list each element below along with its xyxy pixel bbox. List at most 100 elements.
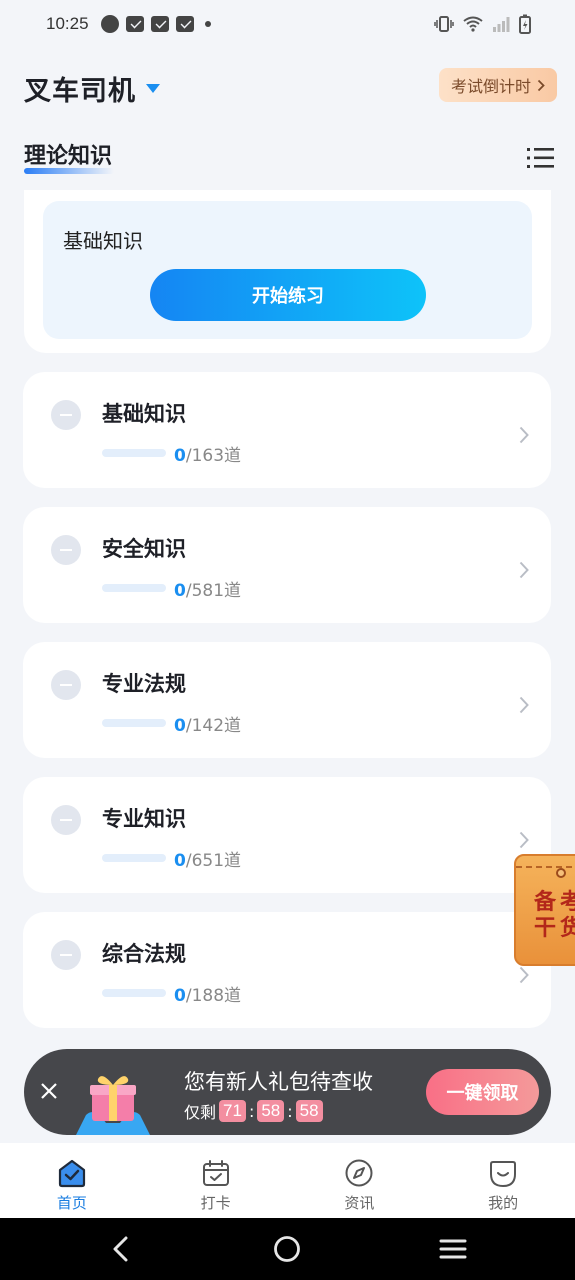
home-circle-icon[interactable] [273,1235,301,1263]
nav-label: 打卡 [200,1194,231,1212]
start-practice-button[interactable]: 开始练习 [150,269,426,321]
countdown-label: 考试倒计时 [450,77,531,96]
subject-card[interactable]: 综合法规 0/188道 [23,912,551,1028]
compass-icon [345,1159,373,1187]
progress-count: 0/142道 [174,711,241,736]
progress-bar [102,449,166,457]
collapse-icon[interactable] [51,805,81,835]
subject-card[interactable]: 安全知识 0/581道 [23,507,551,623]
progress-done: 0 [174,446,186,466]
exam-type-title[interactable]: 叉车司机 [24,69,136,108]
signal-icon [493,17,510,32]
chevron-right-icon [519,966,529,984]
header: 叉车司机 考试倒计时 [24,66,557,110]
subject-name: 综合法规 [102,942,186,966]
nav-item-news[interactable]: 资讯 [288,1143,432,1218]
progress-done: 0 [174,716,186,736]
time-separator: : [248,1101,255,1121]
study-materials-badge[interactable]: 备考 干货 [514,854,575,966]
home-icon [58,1159,85,1188]
progress-count: 0/163道 [174,441,241,466]
subject-name: 专业法规 [102,672,186,696]
more-notifications-icon [204,21,211,27]
progress-done: 0 [174,986,186,1006]
current-practice-card: 基础知识 开始练习 [24,190,551,353]
progress-count: 0/188道 [174,981,241,1006]
promo-countdown: 仅剩 71 : 58 : 58 [184,1099,323,1123]
badge-text-line1: 备考 [534,890,575,915]
system-status-icons [434,14,531,34]
notification-icons [100,15,211,33]
progress-bar [102,584,166,592]
chevron-right-icon [537,79,545,91]
chevron-right-icon [519,831,529,849]
progress-total: /581道 [185,581,242,601]
recent-apps-icon[interactable] [439,1235,467,1263]
time-separator: : [287,1101,293,1121]
claim-gift-button[interactable]: 一键领取 [426,1069,539,1115]
promo-title: 您有新人礼包待查收 [184,1070,373,1094]
profile-icon [490,1161,517,1188]
progress-bar [102,854,166,862]
countdown-prefix: 仅剩 [184,1103,217,1122]
progress-total: /651道 [185,851,242,871]
progress-total: /142道 [185,716,242,736]
envelope-flap [516,866,575,868]
subject-name: 基础知识 [102,402,186,426]
nav-item-checkin[interactable]: 打卡 [144,1143,288,1218]
collapse-icon[interactable] [51,670,81,700]
countdown-seconds: 58 [295,1100,323,1122]
mail-icon [125,16,144,32]
mail-icon [175,16,194,32]
countdown-hours: 71 [219,1100,246,1122]
countdown-minutes: 58 [257,1100,285,1122]
progress-done: 0 [174,581,186,601]
vibrate-icon [434,16,454,32]
nav-item-profile[interactable]: 我的 [431,1143,575,1218]
progress-bar [102,989,166,997]
collapse-icon[interactable] [51,400,81,430]
tab-theory-knowledge[interactable]: 理论知识 [24,144,112,169]
nav-item-home[interactable]: 首页 [0,1143,144,1218]
system-nav-bar [0,1218,575,1280]
progress-count: 0/651道 [174,846,241,871]
chevron-right-icon [519,696,529,714]
exam-countdown-button[interactable]: 考试倒计时 [438,68,557,102]
current-subject-title: 基础知识 [63,229,143,253]
collapse-icon[interactable] [51,535,81,565]
close-icon[interactable] [38,1080,60,1102]
chevron-right-icon [519,426,529,444]
new-user-gift-banner[interactable]: 您有新人礼包待查收 仅剩 71 : 58 : 58 一键领取 [24,1049,551,1135]
progress-total: /163道 [185,446,242,466]
gift-icon [76,1076,150,1135]
bottom-nav: 首页 打卡 资讯 我的 [0,1143,575,1218]
chevron-right-icon [519,561,529,579]
battery-charging-icon [519,14,531,34]
subject-name: 专业知识 [102,807,186,831]
subject-card[interactable]: 基础知识 0/163道 [23,372,551,488]
list-menu-icon[interactable] [527,146,555,170]
dropdown-arrow-icon[interactable] [146,83,160,93]
mail-icon [150,16,169,32]
status-bar: 10:25 [0,0,575,48]
calendar-check-icon [202,1160,229,1186]
wifi-icon [463,16,483,32]
speedometer-icon [100,15,119,33]
tab-row: 理论知识 [24,138,557,178]
nav-label: 我的 [488,1194,519,1212]
subject-card[interactable]: 专业知识 0/651道 [23,777,551,893]
subject-card[interactable]: 专业法规 0/142道 [23,642,551,758]
tab-active-indicator [24,168,114,174]
progress-bar [102,719,166,727]
collapse-icon[interactable] [51,940,81,970]
progress-done: 0 [174,851,186,871]
back-icon[interactable] [110,1235,132,1263]
badge-text: 备考 干货 [534,890,575,942]
progress-total: /188道 [185,986,242,1006]
badge-text-line2: 干货 [534,916,575,941]
nav-label: 资讯 [344,1194,375,1212]
subject-name: 安全知识 [102,537,186,561]
current-practice-inner: 基础知识 开始练习 [43,201,532,339]
progress-count: 0/581道 [174,576,241,601]
envelope-knot-icon [556,868,566,878]
